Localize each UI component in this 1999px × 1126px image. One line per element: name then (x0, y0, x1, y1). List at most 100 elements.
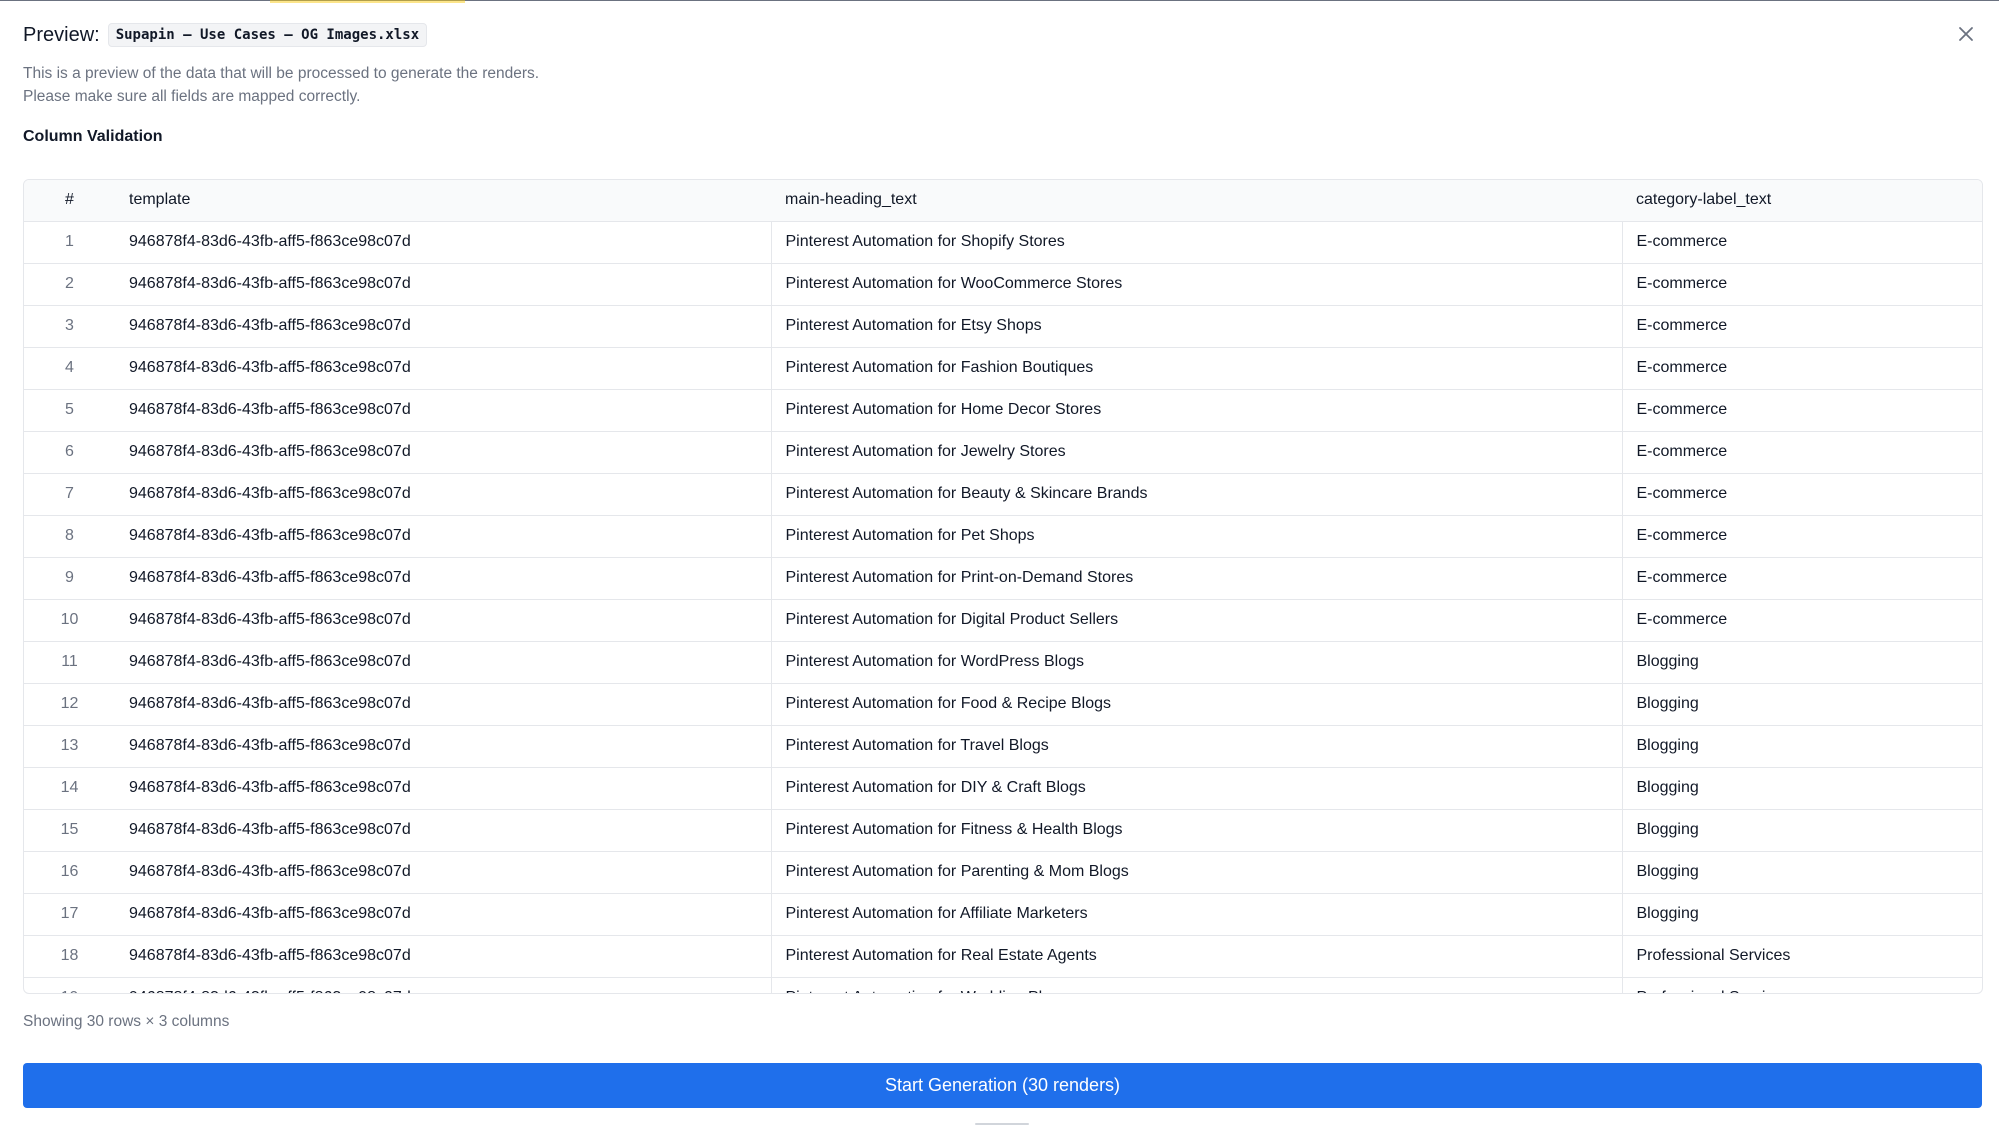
table-row: 4 946878f4-83d6-43fb-aff5-f863ce98c07d Pin… (24, 347, 1982, 390)
cell-template: 946878f4-83d6-43fb-aff5-f863ce98c07d (115, 263, 771, 306)
cell-template: 946878f4-83d6-43fb-aff5-f863ce98c07d (115, 809, 771, 852)
cell-category-label: Blogging (1621, 809, 1982, 852)
column-header-category-label: category-label_text (1622, 180, 1982, 222)
cell-template: 946878f4-83d6-43fb-aff5-f863ce98c07d (115, 557, 771, 600)
cell-index: 10 (24, 599, 115, 642)
cell-index: 7 (24, 473, 115, 516)
cell-category-label: E-commerce (1621, 263, 1982, 306)
cell-index: 8 (24, 515, 115, 558)
file-name-chip: Supapin – Use Cases – OG Images.xlsx (107, 23, 428, 47)
resize-handle[interactable] (975, 1123, 1029, 1125)
cell-index: 5 (24, 389, 115, 432)
cell-template: 946878f4-83d6-43fb-aff5-f863ce98c07d (115, 851, 771, 894)
cell-main-heading: Pinterest Automation for Affiliate Marke… (770, 893, 1622, 936)
cell-category-label: E-commerce (1621, 347, 1982, 390)
table-row: 9 946878f4-83d6-43fb-aff5-f863ce98c07d Pin… (24, 557, 1982, 600)
cell-index: 14 (24, 767, 115, 810)
section-title: Column Validation (23, 128, 163, 145)
cell-category-label: E-commerce (1621, 221, 1982, 264)
cell-template: 946878f4-83d6-43fb-aff5-f863ce98c07d (115, 935, 771, 978)
table-row: 15 946878f4-83d6-43fb-aff5-f863ce98c07d Pi… (24, 809, 1982, 852)
table-row: 7 946878f4-83d6-43fb-aff5-f863ce98c07d Pin… (24, 473, 1982, 516)
table-row: 12 946878f4-83d6-43fb-aff5-f863ce98c07d Pi… (24, 683, 1982, 726)
cell-main-heading: Pinterest Automation for Fitness & Healt… (770, 809, 1622, 852)
cell-main-heading: Pinterest Automation for Shopify Stores (770, 221, 1622, 264)
table-row: 2 946878f4-83d6-43fb-aff5-f863ce98c07d Pin… (24, 263, 1982, 306)
cell-category-label: Blogging (1621, 767, 1982, 810)
cell-main-heading: Pinterest Automation for Digital Product… (770, 599, 1622, 642)
cell-main-heading: Pinterest Automation for Real Estate Age… (770, 935, 1622, 978)
dialog-header: Preview: Supapin – Use Cases – OG Images… (23, 23, 428, 47)
cell-main-heading: Pinterest Automation for Home Decor Stor… (770, 389, 1622, 432)
cell-template: 946878f4-83d6-43fb-aff5-f863ce98c07d (115, 305, 771, 348)
close-button[interactable] (1953, 21, 1979, 47)
cell-template: 946878f4-83d6-43fb-aff5-f863ce98c07d (115, 683, 771, 726)
table-row: 19946878f4-83d6-43fb-aff5-f863ce98c07dPi… (24, 977, 1982, 993)
table-row: 5 946878f4-83d6-43fb-aff5-f863ce98c07d Pin… (24, 389, 1982, 432)
column-header-index: # (24, 180, 115, 222)
table-row: 6 946878f4-83d6-43fb-aff5-f863ce98c07d Pin… (24, 431, 1982, 474)
cell-template: 946878f4-83d6-43fb-aff5-f863ce98c07d (115, 515, 771, 558)
cell-category-label: Blogging (1621, 725, 1982, 768)
cell-template: 946878f4-83d6-43fb-aff5-f863ce98c07d (115, 347, 771, 390)
cell-category-label: Blogging (1621, 641, 1982, 684)
column-header-main-heading: main-heading_text (771, 180, 1622, 222)
start-generation-button[interactable]: Start Generation (30 renders) (23, 1063, 1982, 1108)
cell-category-label: E-commerce (1621, 473, 1982, 516)
cell-main-heading: Pinterest Automation for Travel Blogs (770, 725, 1622, 768)
table-row: 11 946878f4-83d6-43fb-aff5-f863ce98c07d Pi… (24, 641, 1982, 684)
description-line-2: Please make sure all fields are mapped c… (23, 88, 361, 105)
column-header-template: template (115, 180, 771, 222)
cell-template: 946878f4-83d6-43fb-aff5-f863ce98c07d (115, 767, 771, 810)
cell-category-label: E-commerce (1621, 557, 1982, 600)
cell-index: 13 (24, 725, 115, 768)
close-icon (1959, 27, 1973, 41)
cell-template: 946878f4-83d6-43fb-aff5-f863ce98c07d (115, 431, 771, 474)
cell-template: 946878f4-83d6-43fb-aff5-f863ce98c07d (115, 389, 771, 432)
cell-category-label: E-commerce (1621, 431, 1982, 474)
table-row: 16 946878f4-83d6-43fb-aff5-f863ce98c07d Pi… (24, 851, 1982, 894)
cell-main-heading: Pinterest Automation for Food & Recipe B… (770, 683, 1622, 726)
cell-template: 946878f4-83d6-43fb-aff5-f863ce98c07d (115, 599, 771, 642)
cell-template: 946878f4-83d6-43fb-aff5-f863ce98c07d (115, 221, 771, 264)
cell-category-label: Professional Services (1621, 977, 1982, 993)
cell-main-heading: Pinterest Automation for Wedding Planner… (770, 977, 1622, 993)
cell-index: 16 (24, 851, 115, 894)
dialog-description: This is a preview of the data that will … (23, 62, 539, 108)
table-row: 13 946878f4-83d6-43fb-aff5-f863ce98c07d Pi… (24, 725, 1982, 768)
cell-main-heading: Pinterest Automation for WordPress Blogs (770, 641, 1622, 684)
cell-category-label: Blogging (1621, 683, 1982, 726)
cell-main-heading: Pinterest Automation for Parenting & Mom… (770, 851, 1622, 894)
cell-index: 15 (24, 809, 115, 852)
table-row: 17 946878f4-83d6-43fb-aff5-f863ce98c07d Pi… (24, 893, 1982, 936)
cell-index: 18 (24, 935, 115, 978)
cell-template: 946878f4-83d6-43fb-aff5-f863ce98c07d (115, 725, 771, 768)
cell-main-heading: Pinterest Automation for Beauty & Skinca… (770, 473, 1622, 516)
cell-main-heading: Pinterest Automation for Print-on-Demand… (770, 557, 1622, 600)
cell-main-heading: Pinterest Automation for Etsy Shops (770, 305, 1622, 348)
cell-main-heading: Pinterest Automation for Pet Shops (770, 515, 1622, 558)
table-row: 3 946878f4-83d6-43fb-aff5-f863ce98c07d Pin… (24, 305, 1982, 348)
table-header-row: # template main-heading_text category-la… (24, 180, 1982, 222)
cell-index: 1 (24, 221, 115, 264)
cell-index: 11 (24, 641, 115, 684)
rows-summary: Showing 30 rows × 3 columns (23, 1013, 230, 1030)
cell-index: 6 (24, 431, 115, 474)
cell-category-label: Blogging (1621, 893, 1982, 936)
table-row: 1 946878f4-83d6-43fb-aff5-f863ce98c07d Pin… (24, 221, 1982, 264)
preview-table-container[interactable]: # template main-heading_text category-la… (23, 179, 1983, 994)
cell-index: 12 (24, 683, 115, 726)
table-row: 8 946878f4-83d6-43fb-aff5-f863ce98c07d Pin… (24, 515, 1982, 558)
cell-index: 4 (24, 347, 115, 390)
cell-category-label: E-commerce (1621, 515, 1982, 558)
cell-main-heading: Pinterest Automation for WooCommerce Sto… (770, 263, 1622, 306)
cell-template: 946878f4-83d6-43fb-aff5-f863ce98c07d (115, 641, 771, 684)
cell-category-label: Blogging (1621, 851, 1982, 894)
description-line-1: This is a preview of the data that will … (23, 65, 540, 82)
table-body: 1 946878f4-83d6-43fb-aff5-f863ce98c07d Pin… (24, 221, 1982, 993)
cell-template: 946878f4-83d6-43fb-aff5-f863ce98c07d (115, 977, 771, 993)
table-row: 18 946878f4-83d6-43fb-aff5-f863ce98c07d Pi… (24, 935, 1982, 978)
dialog-title: Preview: (23, 23, 100, 46)
cell-category-label: E-commerce (1621, 305, 1982, 348)
cell-main-heading: Pinterest Automation for Jewelry Stores (770, 431, 1622, 474)
